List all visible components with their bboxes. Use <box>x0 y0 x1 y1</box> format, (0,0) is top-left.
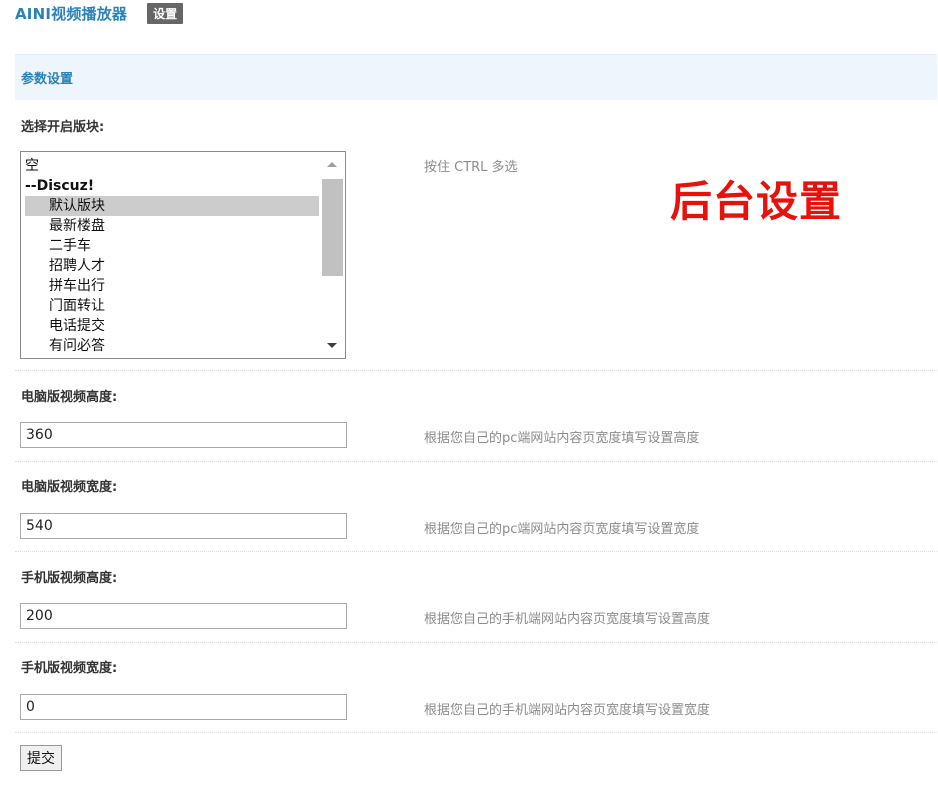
forum-option[interactable]: 最新楼盘 <box>25 216 319 236</box>
scroll-down-arrow-icon[interactable] <box>327 343 337 348</box>
pc-width-hint: 根据您自己的pc端网站内容页宽度填写设置宽度 <box>424 522 700 537</box>
forum-option[interactable]: 默认版块 <box>25 196 319 216</box>
mobile-width-label: 手机版视频宽度: <box>21 661 118 676</box>
forum-option[interactable]: 空 <box>25 156 319 176</box>
forum-select-label: 选择开启版块: <box>21 120 105 135</box>
scroll-thumb[interactable] <box>322 179 343 276</box>
scroll-up-arrow-icon[interactable] <box>327 162 337 167</box>
settings-tab[interactable]: 设置 <box>147 2 184 24</box>
forum-option[interactable]: 有问必答 <box>25 336 319 356</box>
forum-option-list: 空 --Discuz! 默认版块 最新楼盘 二手车 招聘人才 拼车出行 门面转让 电话提交 有问必… <box>25 156 319 356</box>
pc-width-label: 电脑版视频宽度: <box>21 480 118 495</box>
forum-option[interactable]: 门面转让 <box>25 296 319 316</box>
forum-option[interactable]: 电话提交 <box>25 316 319 336</box>
mobile-height-input[interactable] <box>20 603 347 629</box>
forum-option-group[interactable]: --Discuz! <box>25 176 319 196</box>
forum-multiselect[interactable]: 空 --Discuz! 默认版块 最新楼盘 二手车 招聘人才 拼车出行 门面转让 电话提交 有问必… <box>20 151 346 359</box>
mobile-width-input[interactable] <box>20 694 347 720</box>
forum-option[interactable]: 拼车出行 <box>25 276 319 296</box>
overlay-label: 后台设置 <box>670 177 843 226</box>
section-title: 参数设置 <box>21 72 74 87</box>
forum-option[interactable]: 二手车 <box>25 236 319 256</box>
pc-height-label: 电脑版视频高度: <box>21 390 118 405</box>
mobile-height-label: 手机版视频高度: <box>21 571 118 586</box>
divider <box>15 461 937 462</box>
divider <box>15 642 937 643</box>
pc-width-input[interactable] <box>20 513 347 539</box>
page-header: AINI视频播放器 设置 <box>15 2 184 24</box>
pc-height-hint: 根据您自己的pc端网站内容页宽度填写设置高度 <box>424 431 700 446</box>
mobile-width-hint: 根据您自己的手机端网站内容页宽度填写设置宽度 <box>424 703 711 718</box>
forum-option[interactable]: 招聘人才 <box>25 256 319 276</box>
app-title: AINI视频播放器 <box>15 4 128 23</box>
divider <box>15 370 937 371</box>
mobile-height-hint: 根据您自己的手机端网站内容页宽度填写设置高度 <box>424 612 711 627</box>
plugin-settings-page: AINI视频播放器 设置 参数设置 选择开启版块: 空 --Discuz! 默认版块… <box>0 0 938 791</box>
divider <box>15 551 937 552</box>
forum-select-hint: 按住 CTRL 多选 <box>424 160 518 175</box>
divider <box>15 732 937 733</box>
section-header: 参数设置 <box>15 54 937 100</box>
pc-height-input[interactable] <box>20 422 347 448</box>
listbox-scrollbar[interactable] <box>320 152 345 358</box>
submit-button[interactable]: 提交 <box>20 745 62 771</box>
